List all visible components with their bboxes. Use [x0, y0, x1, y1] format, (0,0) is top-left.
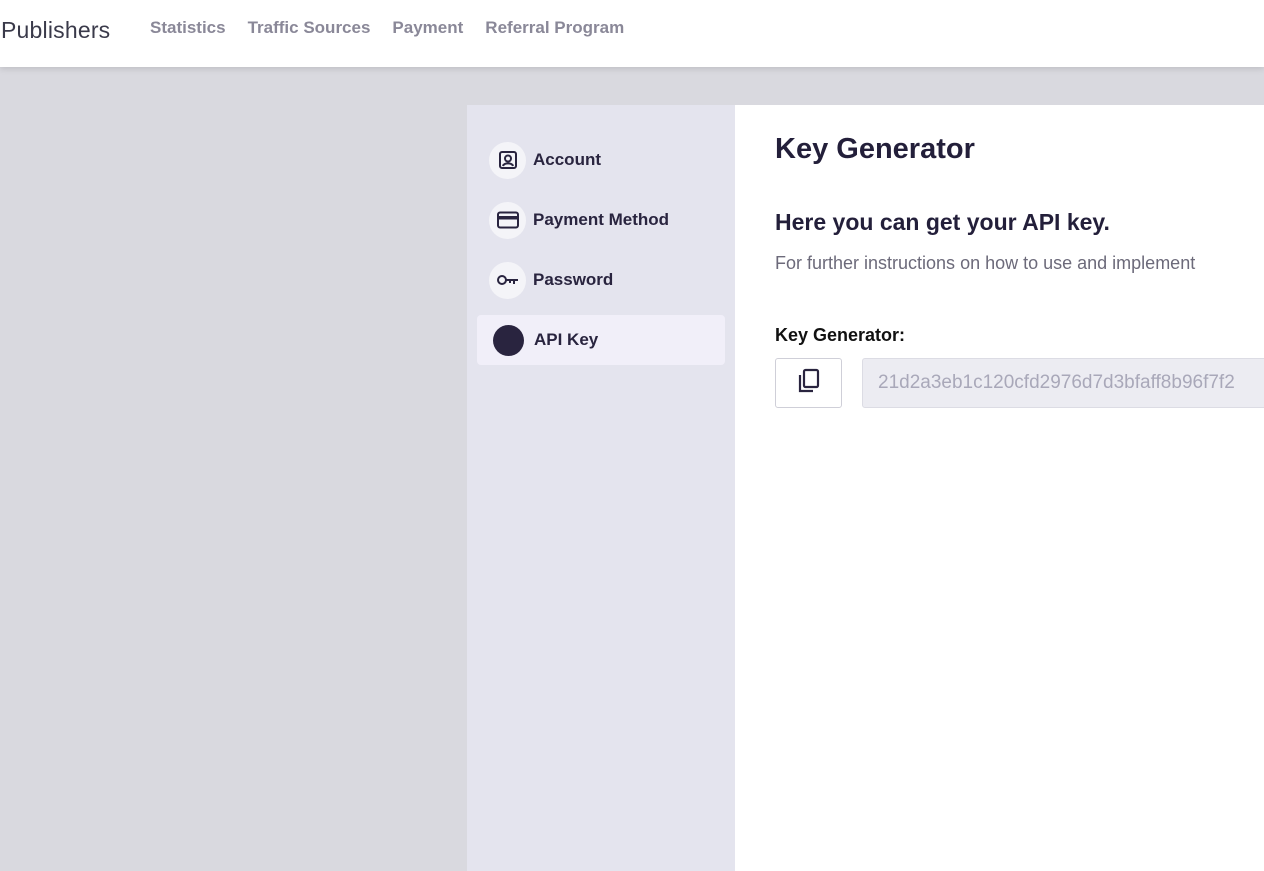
section-subtitle: Here you can get your API key. [775, 209, 1110, 235]
copy-key-button[interactable] [775, 358, 842, 408]
sidebar-item-account[interactable]: Account [477, 135, 725, 185]
settings-sidebar: Account Payment Method Password API Key [467, 105, 735, 871]
key-generator-label: Key Generator: [775, 325, 906, 345]
api-key-field[interactable] [862, 358, 1264, 408]
api-key-panel: Key Generator Here you can get your API … [735, 105, 1264, 871]
main-nav: Statistics Traffic Sources Payment Refer… [150, 18, 646, 38]
sidebar-item-label: Account [533, 150, 601, 169]
brand-logo[interactable]: Publishers [1, 17, 110, 44]
sidebar-item-password[interactable]: Password [477, 255, 725, 305]
nav-traffic-sources[interactable]: Traffic Sources [248, 18, 371, 38]
sidebar-item-api-key[interactable]: API Key [477, 315, 725, 365]
key-icon [489, 261, 526, 299]
nav-statistics[interactable]: Statistics [150, 18, 226, 38]
copy-icon [797, 368, 821, 399]
nav-payment[interactable]: Payment [392, 18, 463, 38]
nav-referral-program[interactable]: Referral Program [485, 18, 624, 38]
top-navbar: Publishers Statistics Traffic Sources Pa… [0, 0, 1264, 67]
sidebar-item-label: Password [533, 270, 614, 289]
sidebar-item-label: Payment Method [533, 210, 670, 229]
account-box-icon [489, 141, 526, 179]
sidebar-item-label: API Key [534, 330, 599, 349]
page-title: Key Generator [775, 133, 975, 165]
credit-card-icon [489, 201, 526, 239]
sidebar-item-payment-method[interactable]: Payment Method [477, 195, 725, 245]
instructions-text: For further instructions on how to use a… [775, 253, 1196, 273]
api-key-dot-icon [493, 324, 524, 356]
